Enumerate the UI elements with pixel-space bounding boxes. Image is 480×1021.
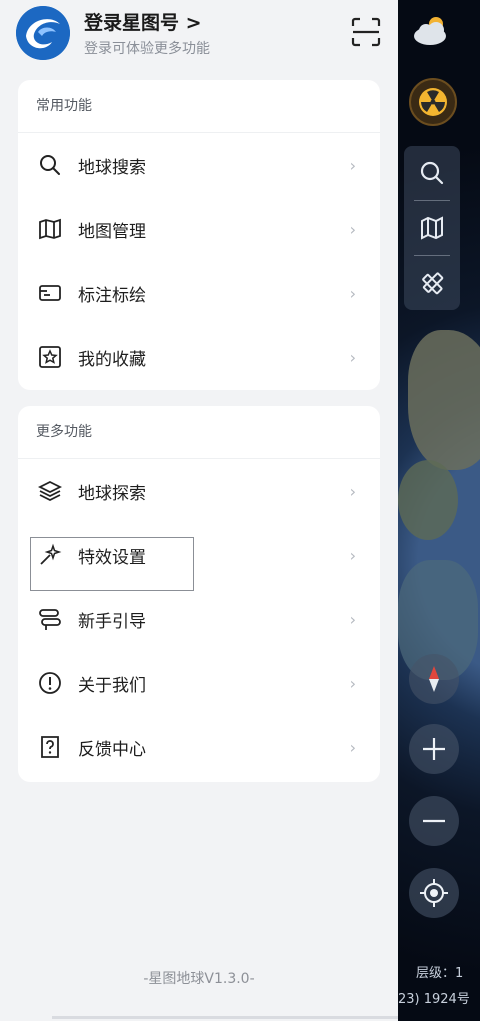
weather-cloud-icon[interactable] <box>412 14 452 48</box>
map-landmass <box>398 460 458 540</box>
map-layers-button[interactable] <box>404 201 460 255</box>
layers-icon <box>38 479 62 503</box>
more-functions-card: 更多功能 地球探索 › 特效设置 › 新手引导 › 关于我们 › 反馈中心 › <box>18 406 380 782</box>
common-functions-card: 常用功能 地球搜索 › 地图管理 › 标注标绘 › 我的收藏 › <box>18 80 380 390</box>
menu-item-map-management[interactable]: 地图管理 › <box>18 197 380 261</box>
radiation-icon <box>419 88 447 116</box>
search-icon <box>38 153 62 177</box>
app-logo-icon <box>16 6 70 60</box>
bottom-indicator <box>52 1016 398 1019</box>
zoom-level-text: 层级：1 <box>416 966 464 981</box>
chevron-right-icon: › <box>349 737 356 757</box>
menu-item-earth-search[interactable]: 地球搜索 › <box>18 133 380 197</box>
annotation-icon <box>38 281 62 305</box>
scan-icon[interactable] <box>350 16 382 48</box>
help-icon <box>38 735 62 759</box>
compass-icon <box>429 666 439 692</box>
map-landmass <box>408 330 480 470</box>
signpost-icon <box>38 607 62 631</box>
crosshair-icon <box>420 879 448 907</box>
menu-item-label: 地图管理 <box>78 221 146 242</box>
map-view[interactable]: 层级：1 23) 1924号 <box>398 0 480 1021</box>
menu-item-about-us[interactable]: 关于我们 › <box>18 651 380 715</box>
map-tool-panel <box>404 146 460 310</box>
user-header[interactable]: 登录星图号 > 登录可体验更多功能 <box>0 0 398 70</box>
locate-button[interactable] <box>409 868 459 918</box>
menu-item-label: 我的收藏 <box>78 349 146 370</box>
star-box-icon <box>38 345 62 369</box>
login-subtitle: 登录可体验更多功能 <box>84 41 210 57</box>
app-logo <box>16 6 70 60</box>
menu-item-favorites[interactable]: 我的收藏 › <box>18 325 380 389</box>
menu-item-label: 新手引导 <box>78 611 146 632</box>
section-title: 更多功能 <box>18 406 380 459</box>
chevron-right-icon: › <box>349 609 356 629</box>
menu-item-label: 关于我们 <box>78 675 146 696</box>
plus-icon <box>423 738 445 760</box>
zoom-out-button[interactable] <box>409 796 459 846</box>
menu-item-label: 反馈中心 <box>78 739 146 760</box>
info-exclamation-icon <box>38 671 62 695</box>
menu-item-earth-explore[interactable]: 地球探索 › <box>18 459 380 523</box>
map-icon <box>421 216 443 240</box>
chevron-right-icon: › <box>349 673 356 693</box>
chevron-right-icon: › <box>349 481 356 501</box>
chevron-right-icon: › <box>349 219 356 239</box>
chevron-right-icon: › <box>349 283 356 303</box>
zoom-in-button[interactable] <box>409 724 459 774</box>
chevron-right-icon: › <box>349 347 356 367</box>
section-title: 常用功能 <box>18 80 380 133</box>
map-measure-button[interactable] <box>404 256 460 310</box>
menu-item-beginner-guide[interactable]: 新手引导 › <box>18 587 380 651</box>
selection-highlight <box>30 537 194 591</box>
chevron-right-icon: › <box>349 155 356 175</box>
side-drawer: 登录星图号 > 登录可体验更多功能 常用功能 地球搜索 › 地图管理 › 标注标… <box>0 0 398 1021</box>
radiation-button[interactable] <box>409 78 457 126</box>
satellite-info-text: 23) 1924号 <box>398 992 470 1007</box>
menu-item-label: 地球探索 <box>78 483 146 504</box>
search-icon <box>420 161 444 185</box>
map-icon <box>38 217 62 241</box>
menu-item-feedback[interactable]: 反馈中心 › <box>18 715 380 779</box>
menu-item-label: 地球搜索 <box>78 157 146 178</box>
menu-item-label: 标注标绘 <box>78 285 146 306</box>
menu-item-annotation[interactable]: 标注标绘 › <box>18 261 380 325</box>
chevron-right-icon: › <box>349 545 356 565</box>
minus-icon <box>423 819 445 823</box>
app-version: -星图地球V1.3.0- <box>143 971 255 987</box>
ruler-pencil-icon <box>422 272 444 295</box>
compass-button[interactable] <box>409 654 459 704</box>
login-title[interactable]: 登录星图号 > <box>84 8 202 35</box>
map-search-button[interactable] <box>404 146 460 200</box>
